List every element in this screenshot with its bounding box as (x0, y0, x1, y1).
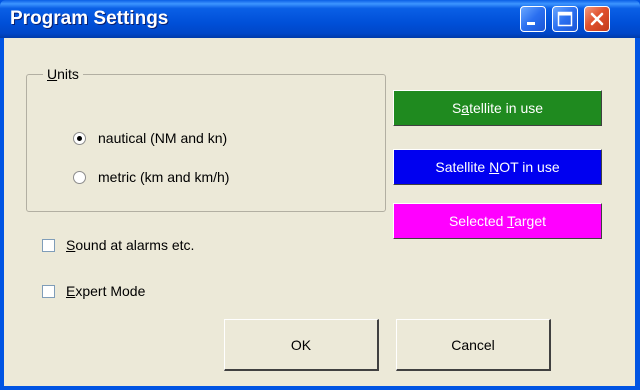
selected-target-label: Selected Target (448, 213, 547, 229)
radio-nautical[interactable]: nautical (NM and kn) (73, 130, 227, 146)
program-settings-window: Program Settings Units nautical (NM and … (0, 0, 640, 390)
satellite-in-use-label: Satellite in use (451, 100, 544, 116)
radio-metric-label: metric (km and km/h) (98, 169, 230, 185)
title-bar[interactable]: Program Settings (0, 0, 640, 38)
maximize-button[interactable] (552, 6, 578, 32)
satellite-not-in-use-label: Satellite NOT in use (435, 159, 560, 175)
satellite-in-use-button[interactable]: Satellite in use (393, 90, 602, 126)
checkbox-expert-mode[interactable]: Expert Mode (42, 283, 145, 299)
units-groupbox-legend: Units (43, 66, 83, 82)
radio-nautical-label: nautical (NM and kn) (98, 130, 228, 146)
radio-nautical-indicator[interactable] (73, 131, 86, 145)
ok-button[interactable]: OK (224, 319, 379, 371)
checkbox-expert-mode-box[interactable] (42, 284, 55, 298)
checkbox-sound-alarms-label: Sound at alarms etc. (66, 237, 195, 253)
close-icon (590, 12, 604, 26)
radio-metric[interactable]: metric (km and km/h) (73, 169, 229, 185)
checkbox-sound-alarms-box[interactable] (42, 238, 55, 252)
satellite-not-in-use-button[interactable]: Satellite NOT in use (393, 149, 602, 185)
minimize-button[interactable] (520, 6, 546, 32)
units-groupbox: Units nautical (NM and kn) metric (km an… (26, 66, 386, 212)
selected-target-button[interactable]: Selected Target (393, 203, 602, 239)
minimize-icon (527, 22, 535, 25)
checkbox-expert-mode-label: Expert Mode (66, 283, 146, 299)
maximize-icon (557, 11, 573, 27)
dialog-body: Units nautical (NM and kn) metric (km an… (4, 38, 635, 386)
cancel-button[interactable]: Cancel (396, 319, 551, 371)
checkbox-sound-alarms[interactable]: Sound at alarms etc. (42, 237, 194, 253)
close-button[interactable] (584, 6, 610, 32)
radio-metric-indicator[interactable] (73, 170, 86, 184)
window-title: Program Settings (10, 8, 169, 29)
